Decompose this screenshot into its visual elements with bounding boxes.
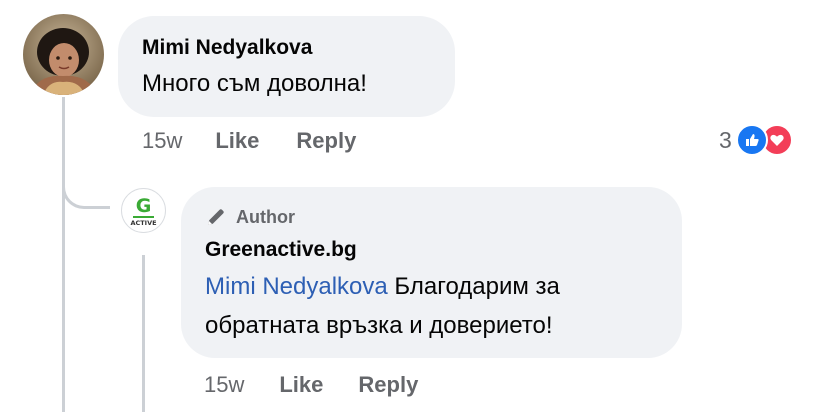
user-avatar-image xyxy=(23,14,104,95)
svg-text:ACTIVE: ACTIVE xyxy=(130,219,156,227)
mention-link[interactable]: Mimi Nedyalkova xyxy=(205,273,388,300)
thread-connector-curve xyxy=(62,175,110,209)
reply-timestamp[interactable]: 15w xyxy=(204,372,244,398)
like-icon xyxy=(735,124,768,156)
pen-icon xyxy=(205,206,227,228)
reply-like-button[interactable]: Like xyxy=(279,372,323,398)
reply-author-name[interactable]: Greenactive.bg xyxy=(205,238,357,262)
greenactive-logo-icon: G ACTIVE xyxy=(130,195,156,227)
reaction-count: 3 xyxy=(719,126,732,153)
reply-actions: 15w Like Reply xyxy=(204,372,418,398)
page-avatar[interactable]: G ACTIVE xyxy=(121,188,166,233)
thread-line-main xyxy=(62,97,65,412)
comment-author-name[interactable]: Mimi Nedyalkova xyxy=(142,36,312,60)
author-badge: Author xyxy=(205,206,295,228)
comment-timestamp[interactable]: 15w xyxy=(142,128,182,154)
comment-actions: 15w Like Reply xyxy=(142,128,356,154)
reply-text: Mimi Nedyalkova Благодарим за обратната … xyxy=(205,267,667,345)
svg-text:G: G xyxy=(136,195,152,217)
like-button[interactable]: Like xyxy=(215,128,259,154)
reply-reply-button[interactable]: Reply xyxy=(358,372,418,398)
reactions-summary[interactable]: 3 xyxy=(719,124,793,156)
author-badge-label: Author xyxy=(236,206,295,227)
avatar[interactable] xyxy=(23,14,104,95)
reply-button[interactable]: Reply xyxy=(296,128,356,154)
comment-text: Много съм доволна! xyxy=(142,70,367,97)
thread-line-reply xyxy=(142,255,145,412)
